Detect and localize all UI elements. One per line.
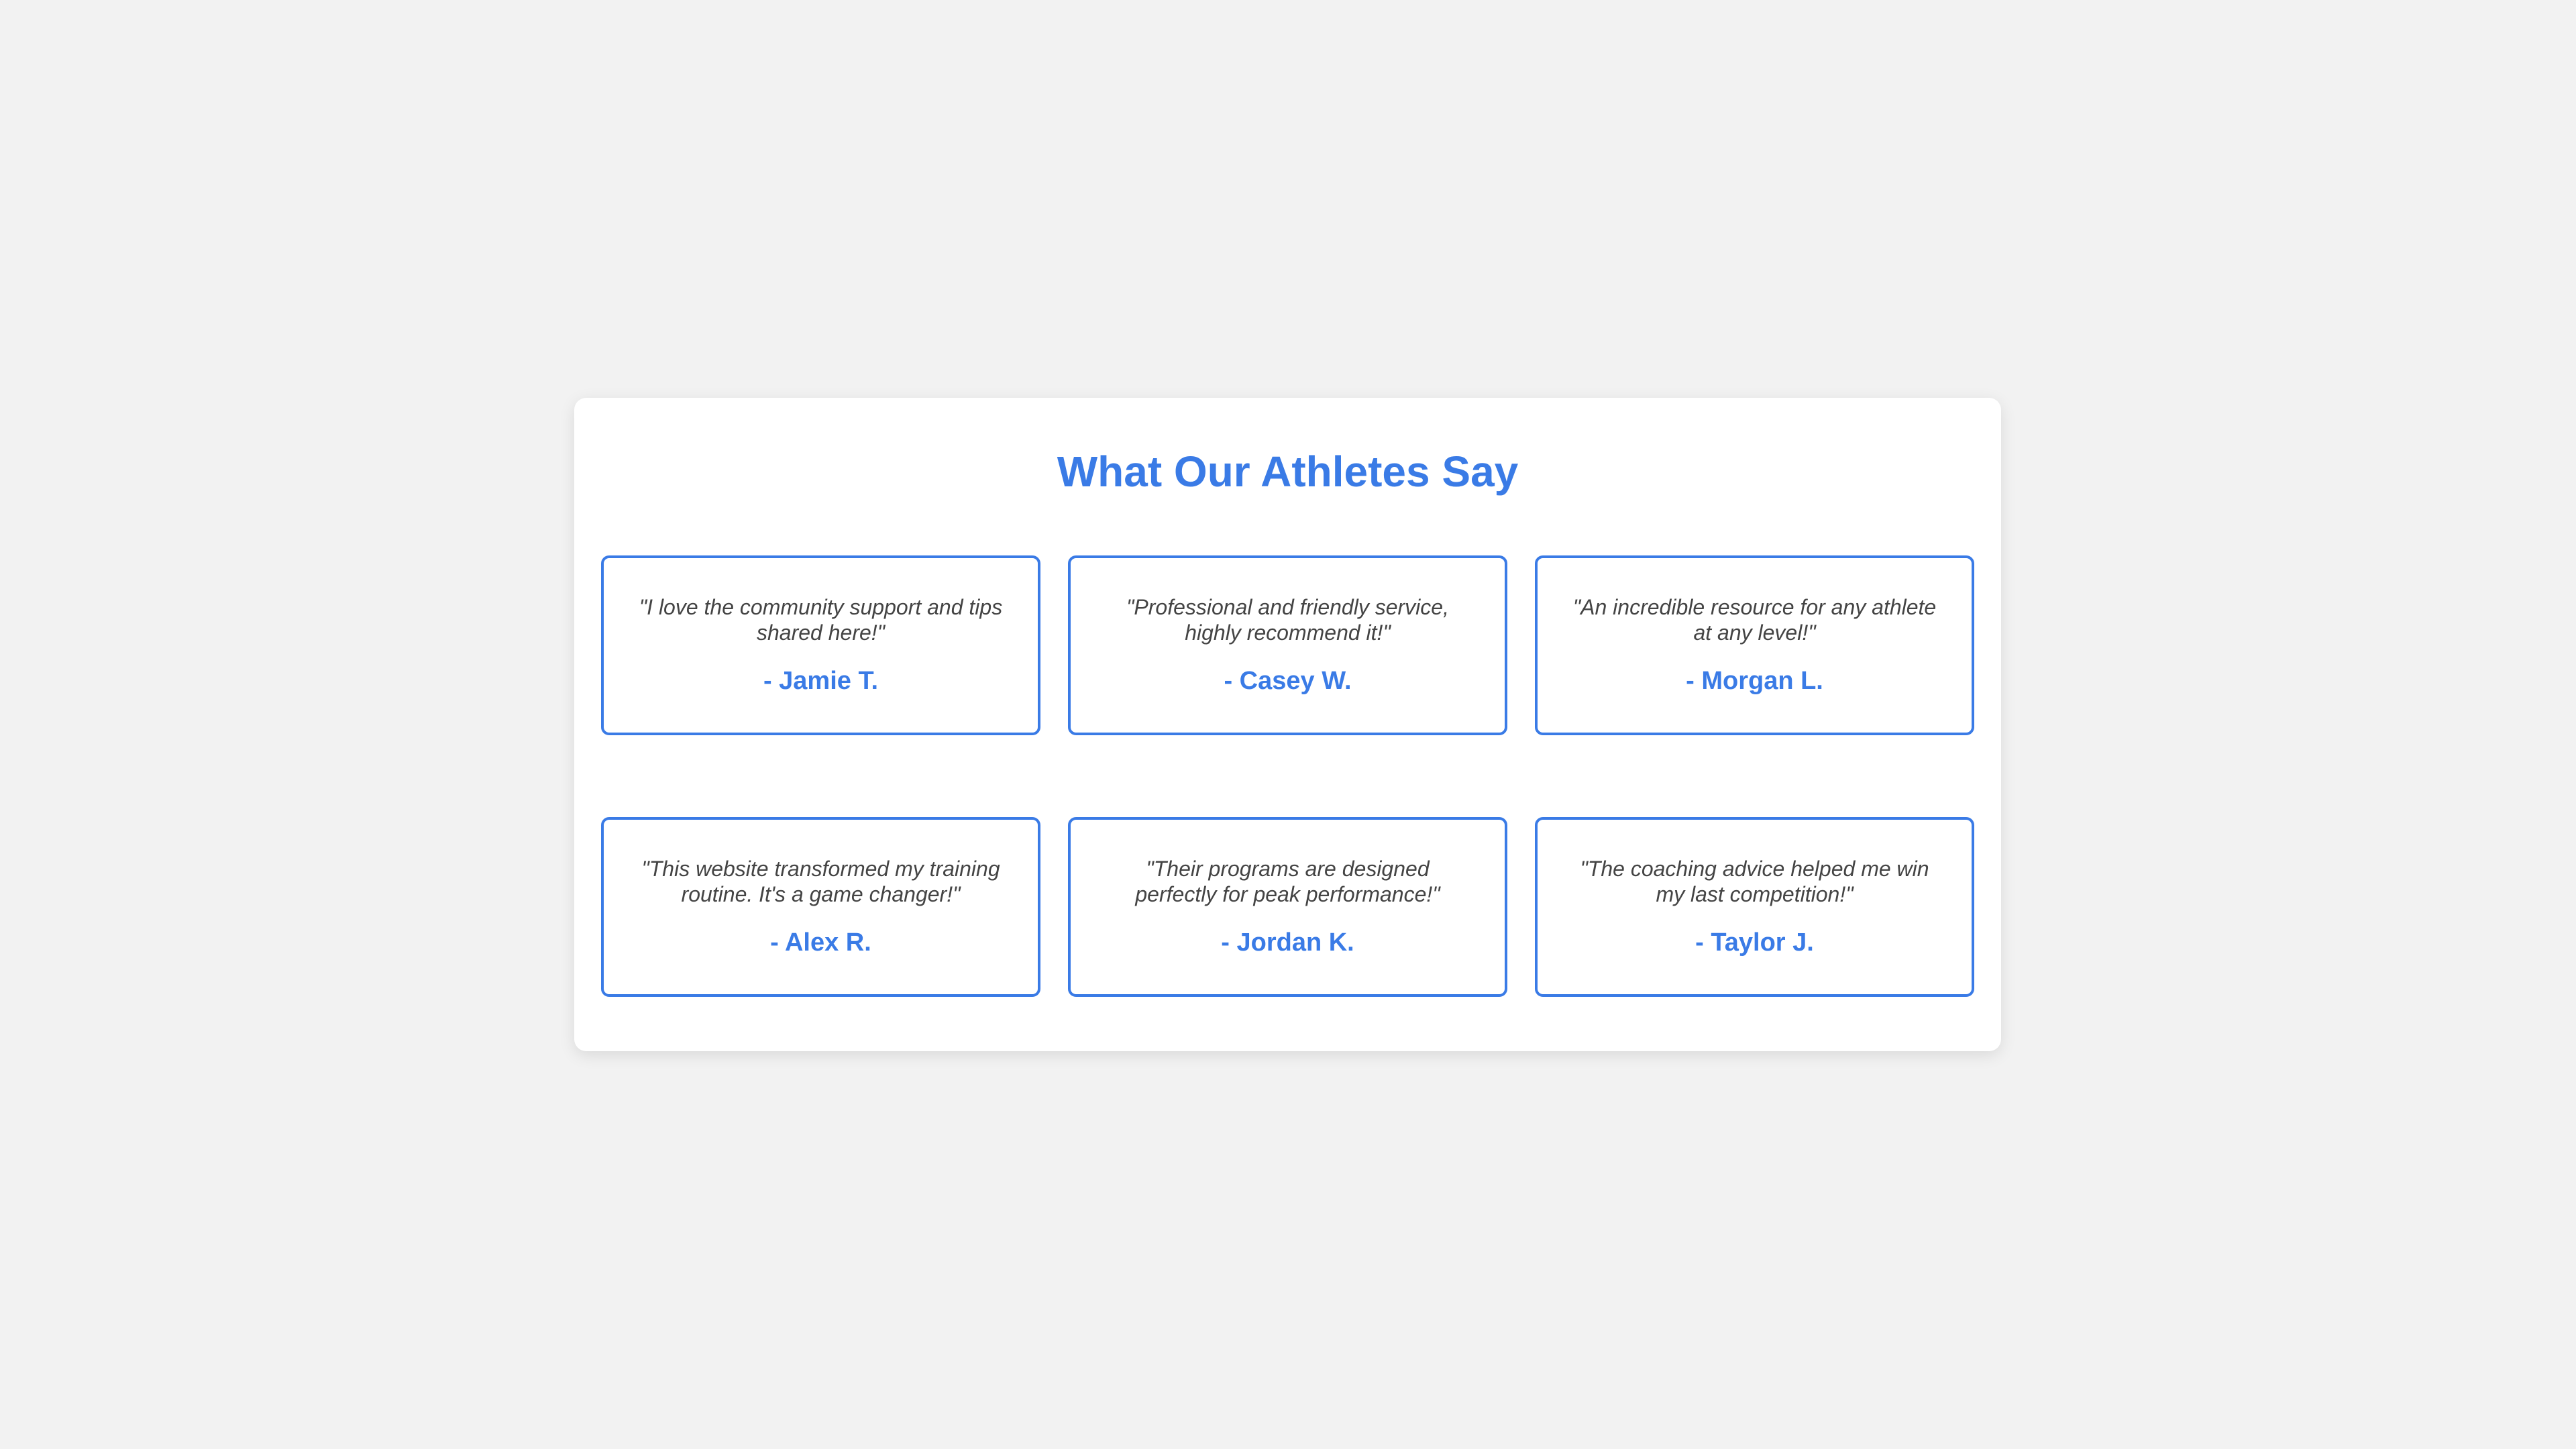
testimonial-card: "An incredible resource for any athlete … [1535,555,1974,735]
testimonial-author: - Jamie T. [763,667,879,695]
testimonials-grid: "I love the community support and tips s… [601,555,1974,997]
testimonial-author: - Jordan K. [1221,928,1354,957]
testimonial-card: "Their programs are designed perfectly f… [1068,817,1507,997]
testimonial-card: "Professional and friendly service, high… [1068,555,1507,735]
testimonial-quote: "This website transformed my training ro… [641,857,1000,906]
testimonial-card: "I love the community support and tips s… [601,555,1040,735]
testimonial-author: - Morgan L. [1686,667,1823,695]
testimonials-panel: What Our Athletes Say "I love the commun… [574,398,2001,1051]
section-title: What Our Athletes Say [1057,447,1519,496]
testimonial-author: - Alex R. [770,928,871,957]
testimonial-quote: "An incredible resource for any athlete … [1572,595,1937,645]
testimonial-card: "This website transformed my training ro… [601,817,1040,997]
testimonial-quote: "The coaching advice helped me win my la… [1580,857,1929,906]
testimonial-card: "The coaching advice helped me win my la… [1535,817,1974,997]
testimonial-author: - Taylor J. [1695,928,1814,957]
testimonial-author: - Casey W. [1224,667,1352,695]
testimonial-quote: "I love the community support and tips s… [639,595,1003,645]
testimonial-quote: "Their programs are designed perfectly f… [1135,857,1440,906]
testimonial-quote: "Professional and friendly service, high… [1126,595,1449,645]
